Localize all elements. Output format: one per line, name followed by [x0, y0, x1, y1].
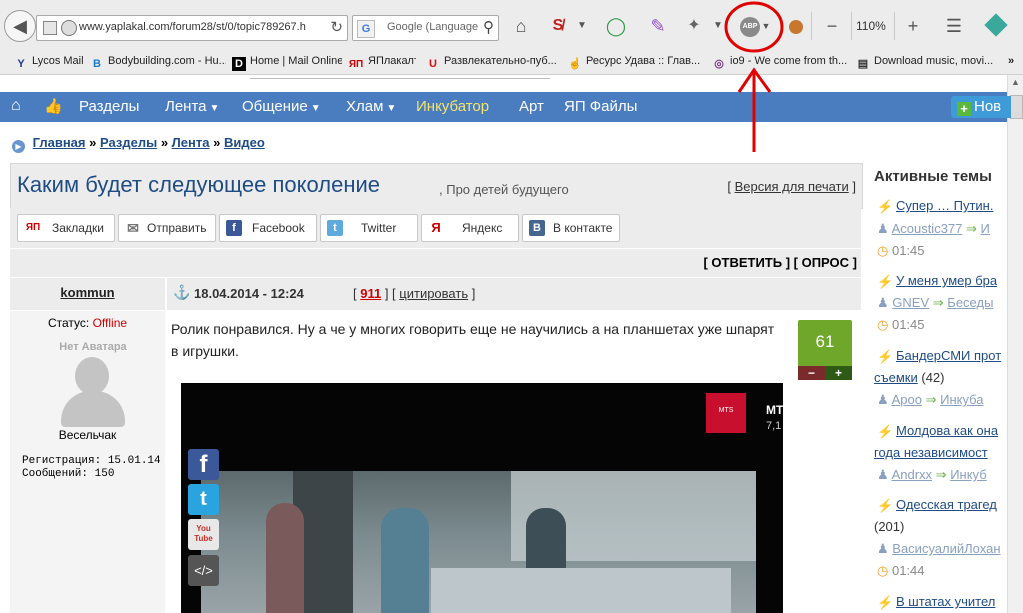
annotation-circle — [724, 1, 784, 53]
scrollbar[interactable]: ▲ — [1007, 75, 1023, 613]
bookmarks-overflow[interactable]: » — [1008, 55, 1020, 71]
scroll-up-icon[interactable]: ▲ — [1011, 77, 1020, 87]
annotation-overlay — [724, 1, 784, 152]
scroll-thumb[interactable] — [1010, 95, 1023, 119]
